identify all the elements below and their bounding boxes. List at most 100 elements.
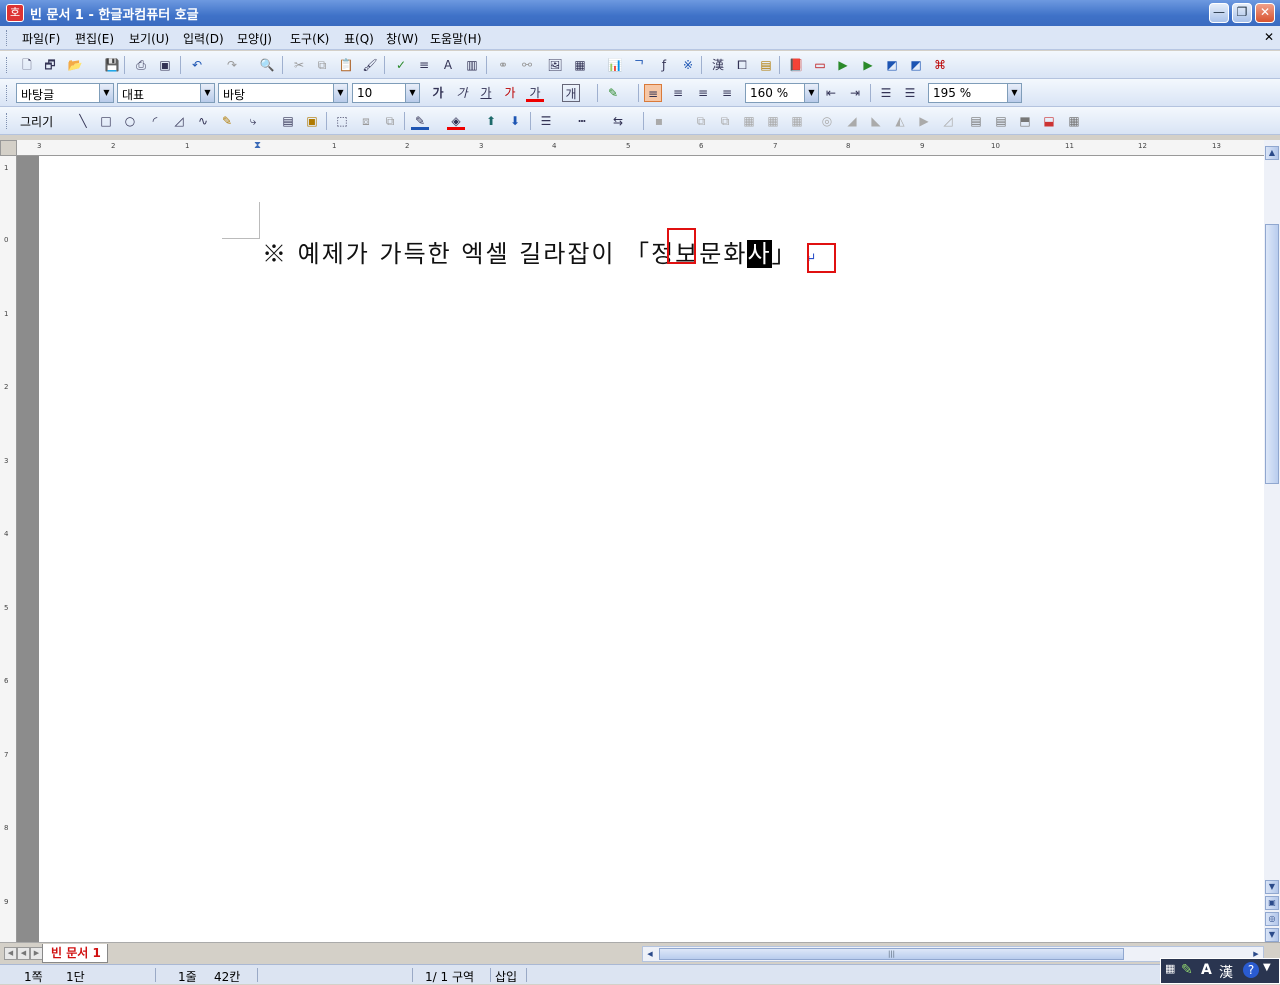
- pencil-tool-icon[interactable]: ✎: [218, 112, 236, 130]
- more-tools-icon[interactable]: ▦: [1065, 112, 1083, 130]
- line-tool-icon[interactable]: ╲: [74, 112, 92, 130]
- print-icon[interactable]: ⎙: [132, 56, 150, 74]
- same-width-icon[interactable]: ▦: [764, 112, 782, 130]
- font-size-select[interactable]: 10 ▼: [352, 83, 420, 103]
- macro2-icon[interactable]: ▶: [859, 56, 877, 74]
- chevron-down-icon[interactable]: ▼: [333, 84, 347, 102]
- columns-icon[interactable]: ▥: [463, 56, 481, 74]
- bring-front-icon[interactable]: ⬆: [482, 112, 500, 130]
- redo-icon[interactable]: ↷: [223, 56, 241, 74]
- flip-vertical-icon[interactable]: ▶: [915, 112, 933, 130]
- align-objects-icon[interactable]: ⧉: [692, 112, 710, 130]
- numbered-list-icon[interactable]: ☰: [877, 84, 895, 102]
- bookmark-icon[interactable]: ⚯: [518, 56, 536, 74]
- scroll-down-icon[interactable]: ▼: [1265, 880, 1279, 894]
- chevron-down-icon[interactable]: ▼: [200, 84, 214, 102]
- vertical-scrollbar[interactable]: ▲ ▼ ▣ ◎ ▼: [1264, 140, 1280, 942]
- flip-horizontal-icon[interactable]: ◭: [891, 112, 909, 130]
- rotate-right-icon[interactable]: ◣: [867, 112, 885, 130]
- hwp-app-icon[interactable]: 호: [6, 4, 24, 22]
- presentation-icon[interactable]: ▭: [811, 56, 829, 74]
- connector-tool-icon[interactable]: ⤷: [244, 112, 262, 130]
- format-painter-icon[interactable]: 🖌: [361, 56, 379, 74]
- menu-tools[interactable]: 도구(K): [290, 30, 329, 47]
- send-back-icon[interactable]: ⬇: [506, 112, 524, 130]
- anchor-icon[interactable]: ⬓: [1040, 112, 1058, 130]
- decrease-indent-icon[interactable]: ⇤: [822, 84, 840, 102]
- polygon-tool-icon[interactable]: ◿: [170, 112, 188, 130]
- restore-button[interactable]: ❐: [1232, 3, 1252, 23]
- undo-icon[interactable]: ↶: [188, 56, 206, 74]
- same-height-icon[interactable]: ▦: [788, 112, 806, 130]
- scroll-up-icon[interactable]: ▲: [1265, 146, 1279, 160]
- indent-marker-icon[interactable]: ⧗: [254, 140, 264, 155]
- rectangle-tool-icon[interactable]: □: [97, 112, 115, 130]
- bullet-list-icon[interactable]: ☰: [901, 84, 919, 102]
- formula-icon[interactable]: ƒ: [655, 56, 673, 74]
- picture-frame-icon[interactable]: ▣: [303, 112, 321, 130]
- symbol-icon[interactable]: ※: [679, 56, 697, 74]
- rotate-left-icon[interactable]: ◢: [843, 112, 861, 130]
- find-icon[interactable]: 🔍: [258, 56, 276, 74]
- increase-indent-icon[interactable]: ⇥: [846, 84, 864, 102]
- line-style-icon[interactable]: ┅: [573, 112, 591, 130]
- chevron-down-icon[interactable]: ▼: [1007, 84, 1021, 102]
- textbox-tool-icon[interactable]: ▤: [279, 112, 297, 130]
- align-center-icon[interactable]: ≡: [694, 84, 712, 102]
- record2-icon[interactable]: ◩: [907, 56, 925, 74]
- hanja-convert-icon[interactable]: 漢: [709, 56, 727, 74]
- spell-check-icon[interactable]: ✓: [392, 56, 410, 74]
- font-color-button[interactable]: 가: [526, 84, 544, 102]
- first-tab-icon[interactable]: ◀: [4, 947, 17, 960]
- close-button[interactable]: ✕: [1255, 3, 1275, 23]
- menubar-grip[interactable]: [6, 30, 10, 46]
- align-left-icon[interactable]: ≡: [669, 84, 687, 102]
- ime-pen-icon[interactable]: ✎: [1181, 962, 1193, 978]
- page-select-icon[interactable]: ◎: [1265, 912, 1279, 926]
- record1-icon[interactable]: ◩: [883, 56, 901, 74]
- draw-menu-button[interactable]: 그리기: [20, 113, 53, 130]
- fill-color-icon[interactable]: ◈: [447, 112, 465, 130]
- paste-icon[interactable]: 📋: [337, 56, 355, 74]
- horizontal-ruler[interactable]: 3 2 1 1 2 3 4 5 6 7 8 9 10 11 12 13 ⧗: [17, 140, 1264, 156]
- ime-grip-icon[interactable]: ▦: [1165, 962, 1175, 975]
- line-color-icon[interactable]: ✎: [411, 112, 429, 130]
- text-art-icon[interactable]: ᄀ: [630, 56, 648, 74]
- cut-icon[interactable]: ✂: [290, 56, 308, 74]
- style-select[interactable]: 바탕글 ▼: [16, 83, 114, 103]
- scroll-left-icon[interactable]: ◀: [644, 948, 656, 960]
- ruler-corner[interactable]: [0, 140, 17, 156]
- group-icon[interactable]: ⧈: [357, 112, 375, 130]
- new-window-icon[interactable]: 🗗: [41, 56, 59, 74]
- macro1-icon[interactable]: ▶: [834, 56, 852, 74]
- rotate-icon[interactable]: ◎: [818, 112, 836, 130]
- prev-page-icon[interactable]: ▣: [1265, 896, 1279, 910]
- arrow-style-icon[interactable]: ⇆: [609, 112, 627, 130]
- language-select[interactable]: 대표 ▼: [117, 83, 215, 103]
- copy-icon[interactable]: ⧉: [313, 56, 331, 74]
- wrap-text-icon[interactable]: ⬒: [1016, 112, 1034, 130]
- new-document-icon[interactable]: 🗋: [18, 56, 36, 74]
- menu-input[interactable]: 입력(D): [183, 30, 224, 47]
- font-select[interactable]: 바탕 ▼: [218, 83, 348, 103]
- minimize-button[interactable]: —: [1209, 3, 1229, 23]
- chevron-down-icon[interactable]: ▼: [804, 84, 818, 102]
- zoom-select[interactable]: 195 % ▼: [928, 83, 1022, 103]
- distribute-icon[interactable]: ⧉: [716, 112, 734, 130]
- ime-mode-button[interactable]: A: [1201, 962, 1212, 978]
- menu-window[interactable]: 창(W): [386, 30, 418, 47]
- char-map-icon[interactable]: A: [439, 56, 457, 74]
- caption-icon[interactable]: ▤: [992, 112, 1010, 130]
- object-props-icon[interactable]: ▤: [967, 112, 985, 130]
- document-text-line[interactable]: ※ 예제가 가득한 엑셀 길라잡이 「정보문화사」 ↵: [262, 234, 818, 269]
- web-icon[interactable]: ⌘: [931, 56, 949, 74]
- chevron-down-icon[interactable]: ▼: [99, 84, 113, 102]
- ungroup-icon[interactable]: ⧉: [381, 112, 399, 130]
- insert-picture-icon[interactable]: 🖼: [546, 56, 564, 74]
- ime-hanja-button[interactable]: 漢: [1219, 962, 1233, 982]
- arc-tool-icon[interactable]: ◜: [146, 112, 164, 130]
- print-preview-icon[interactable]: ▣: [156, 56, 174, 74]
- insert-chart-icon[interactable]: 📊: [606, 56, 624, 74]
- open-folder-icon[interactable]: 📂: [66, 56, 84, 74]
- save-icon[interactable]: 💾: [103, 56, 121, 74]
